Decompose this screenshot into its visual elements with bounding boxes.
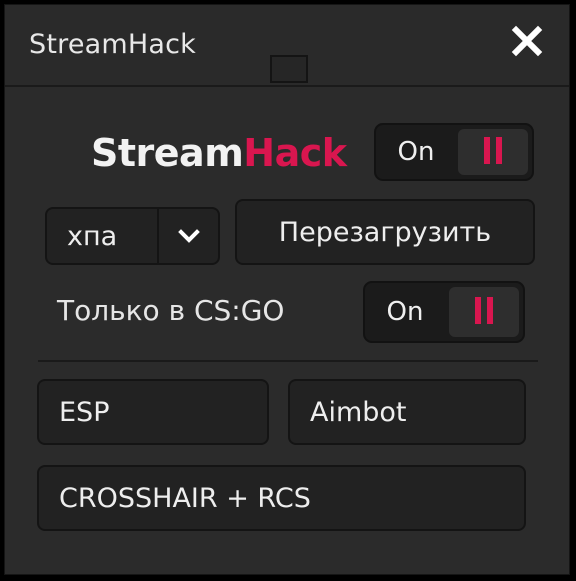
dropdown-toggle[interactable] [159,209,218,263]
pause-icon [472,296,496,328]
aimbot-button-label: Aimbot [310,396,407,428]
esp-button[interactable]: ESP [37,379,269,445]
profile-dropdown-value: хпа [67,220,118,252]
esp-button-label: ESP [59,396,110,428]
reload-button[interactable]: Перезагрузить [235,199,535,265]
window-title: StreamHack [29,29,197,60]
crosshair-rcs-button[interactable]: CROSSHAIR + RCS [37,465,526,531]
main-toggle[interactable]: On [374,123,534,181]
main-toggle-label: On [397,137,435,167]
csgo-only-toggle-knob[interactable] [449,287,519,337]
aimbot-button[interactable]: Aimbot [288,379,526,445]
reload-button-label: Перезагрузить [278,216,492,248]
csgo-only-toggle[interactable]: On [363,281,525,343]
profile-dropdown[interactable]: хпа [45,207,220,265]
brand-logo: StreamHack [91,131,347,175]
section-divider [38,360,538,362]
close-button[interactable] [511,25,543,57]
brand-logo-part1: Stream [91,131,244,175]
drag-handle[interactable] [270,55,308,83]
pause-icon [481,136,505,168]
close-icon [511,25,543,57]
crosshair-rcs-button-label: CROSSHAIR + RCS [59,482,311,514]
streamhack-window: StreamHack StreamHack On хпа Перезагрузи… [4,4,570,575]
csgo-only-label: Только в CS:GO [57,294,285,327]
main-toggle-knob[interactable] [458,129,528,175]
brand-logo-part2: Hack [243,131,347,175]
title-bar[interactable]: StreamHack [5,5,569,87]
chevron-down-icon [177,229,200,243]
csgo-only-toggle-label: On [386,297,424,327]
